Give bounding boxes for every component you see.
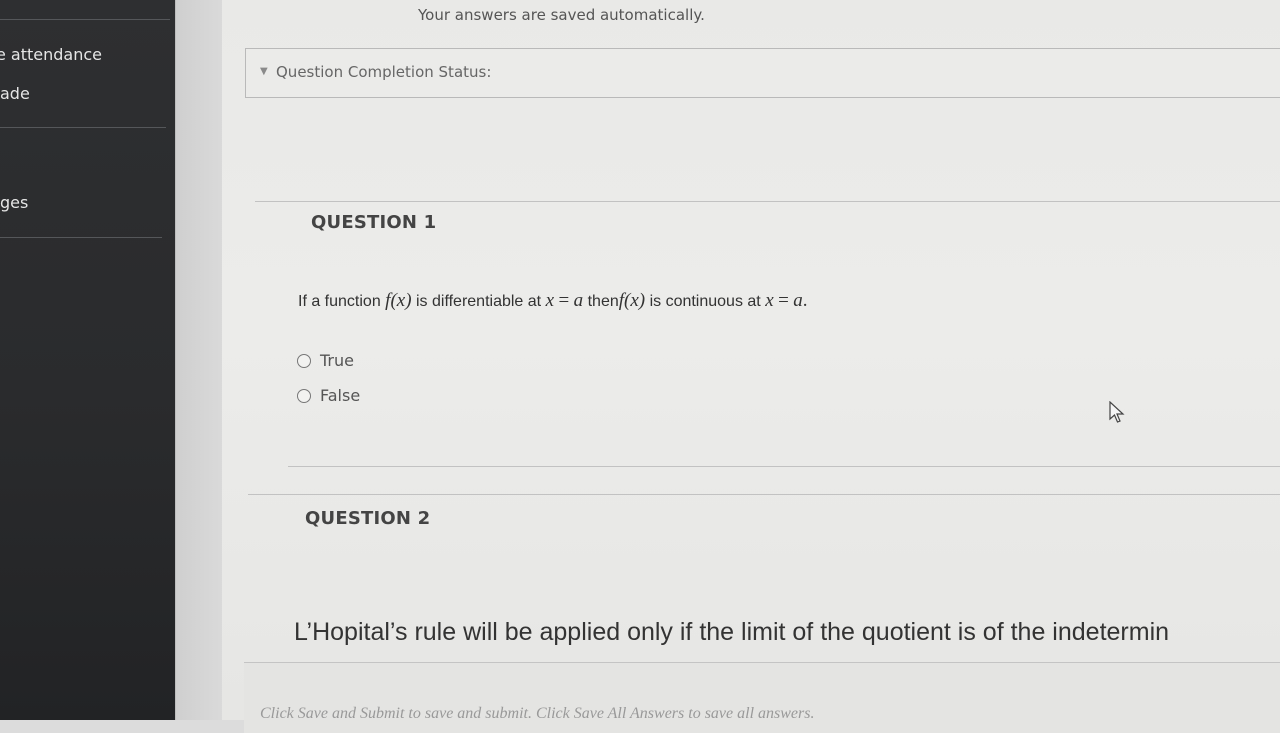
question-divider xyxy=(255,201,1280,202)
sidebar-item-messages[interactable]: ges xyxy=(0,193,28,212)
completion-status-label: Question Completion Status: xyxy=(276,63,492,81)
question-2-heading: QUESTION 2 xyxy=(305,508,431,529)
autosave-message: Your answers are saved automatically. xyxy=(418,6,705,24)
submit-instructions-box: Click Save and Submit to save and submit… xyxy=(244,662,1280,733)
mouse-cursor-icon xyxy=(1109,401,1125,423)
option-label: True xyxy=(320,351,354,370)
sidebar-item-grade[interactable]: ade xyxy=(0,84,30,103)
sidebar-divider xyxy=(0,237,162,238)
question-divider xyxy=(248,494,1280,495)
page-gutter xyxy=(175,0,224,720)
question-completion-status[interactable]: ▼ Question Completion Status: xyxy=(245,48,1280,98)
option-label: False xyxy=(320,386,361,405)
sidebar-divider xyxy=(0,19,170,20)
radio-false[interactable] xyxy=(297,388,311,403)
answer-option-false[interactable]: False xyxy=(297,386,360,405)
sidebar-divider xyxy=(0,127,166,128)
question-1-heading: QUESTION 1 xyxy=(311,212,437,233)
radio-true[interactable] xyxy=(297,353,311,368)
question-1-text: If a function f(x) is differentiable at … xyxy=(298,290,808,311)
question-2-text: L’Hopital’s rule will be applied only if… xyxy=(294,618,1170,646)
left-sidebar: e attendance ade ges xyxy=(0,0,190,720)
answer-option-true[interactable]: True xyxy=(297,351,354,370)
test-page xyxy=(222,0,1280,720)
chevron-down-icon[interactable]: ▼ xyxy=(260,66,268,77)
question-divider xyxy=(288,466,1280,467)
sidebar-item-attendance[interactable]: e attendance xyxy=(0,45,102,64)
submit-instructions: Click Save and Submit to save and submit… xyxy=(260,705,815,722)
